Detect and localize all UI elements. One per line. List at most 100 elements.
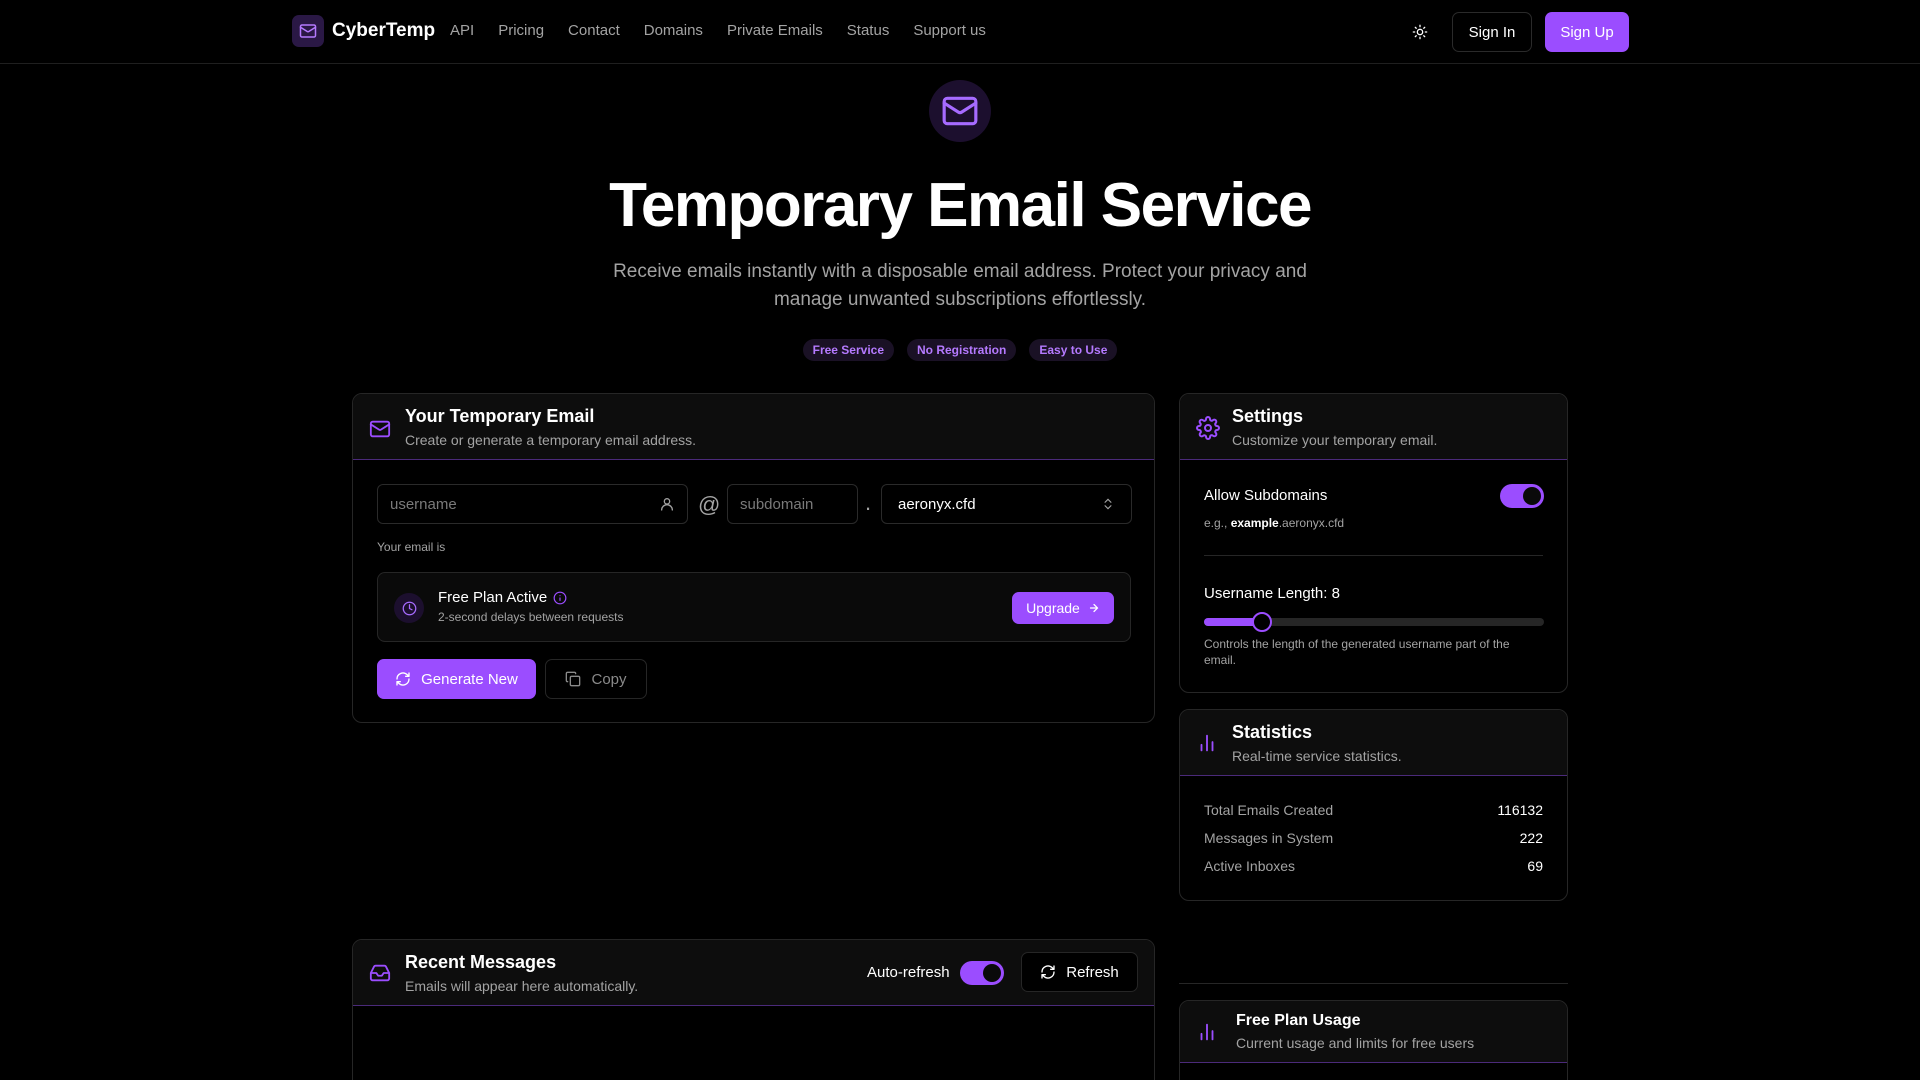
- stat-value: 222: [1519, 830, 1543, 846]
- hero-mail-icon: [929, 80, 991, 142]
- at-sign: @: [698, 492, 721, 517]
- divider: [1179, 983, 1568, 984]
- plan-title-row: Free Plan Active: [438, 589, 567, 606]
- card-header: Your Temporary Email Create or generate …: [353, 394, 1154, 460]
- badge-free-service: Free Service: [802, 339, 894, 361]
- card-title: Your Temporary Email: [405, 406, 595, 426]
- example-prefix: e.g.,: [1204, 516, 1231, 530]
- sign-in-button[interactable]: Sign In: [1452, 12, 1532, 52]
- generate-new-label: Generate New: [421, 670, 518, 688]
- card-title: Free Plan Usage: [1236, 1012, 1361, 1029]
- gear-icon: [1196, 416, 1220, 440]
- card-title: Settings: [1232, 406, 1304, 426]
- refresh-icon: [395, 671, 411, 687]
- example-suffix: .aeronyx.cfd: [1278, 516, 1345, 530]
- nav-link-private-emails[interactable]: Private Emails: [727, 22, 823, 39]
- card-header: Free Plan Usage Current usage and limits…: [1180, 1001, 1567, 1063]
- brand-name: CyberTemp: [332, 20, 436, 41]
- upgrade-label: Upgrade: [1026, 600, 1080, 616]
- card-header: Settings Customize your temporary email.: [1180, 394, 1567, 460]
- free-plan-banner: Free Plan Active 2-second delays between…: [377, 572, 1131, 642]
- hero-subtitle: Receive emails instantly with a disposab…: [613, 261, 1307, 310]
- stat-label: Messages in System: [1204, 830, 1334, 846]
- nav-link-status[interactable]: Status: [847, 22, 890, 39]
- auto-refresh-label: Auto-refresh: [867, 964, 950, 981]
- chevrons-up-down-icon: [1101, 497, 1115, 511]
- plan-title: Free Plan Active: [438, 589, 548, 606]
- recent-messages-card: Recent Messages Emails will appear here …: [352, 939, 1155, 1080]
- refresh-button[interactable]: Refresh: [1021, 952, 1138, 992]
- stat-label: Total Emails Created: [1204, 802, 1334, 818]
- badge-easy-to-use: Easy to Use: [1029, 339, 1118, 361]
- card-description: Create or generate a temporary email add…: [405, 432, 697, 448]
- card-header: Statistics Real-time service statistics.: [1180, 710, 1567, 776]
- example-bold: example: [1230, 516, 1279, 530]
- generate-new-button[interactable]: Generate New: [377, 659, 536, 699]
- your-email-label: Your email is: [377, 540, 446, 554]
- username-length-label: Username Length: 8: [1204, 585, 1340, 602]
- temporary-email-card: Your Temporary Email Create or generate …: [352, 393, 1155, 723]
- refresh-icon: [1040, 964, 1056, 980]
- free-plan-usage-card: Free Plan Usage Current usage and limits…: [1179, 1000, 1568, 1080]
- dot-separator: .: [865, 490, 872, 515]
- card-description: Customize your temporary email.: [1232, 432, 1438, 448]
- subdomain-input[interactable]: [740, 495, 845, 513]
- username-length-slider[interactable]: [1204, 612, 1544, 632]
- toggle-knob: [983, 964, 1001, 982]
- stat-value: 69: [1527, 858, 1543, 874]
- brand[interactable]: CyberTemp: [292, 15, 435, 47]
- bar-chart-icon: [1196, 732, 1218, 754]
- stat-value: 116132: [1497, 802, 1543, 818]
- stat-label: Active Inboxes: [1204, 858, 1296, 874]
- card-title: Recent Messages: [405, 952, 557, 972]
- auto-refresh-toggle[interactable]: [960, 961, 1004, 985]
- plan-description: 2-second delays between requests: [438, 610, 624, 624]
- copy-label: Copy: [591, 670, 627, 688]
- mail-icon: [292, 15, 324, 47]
- allow-subdomains-toggle[interactable]: [1500, 484, 1544, 508]
- sign-up-button[interactable]: Sign Up: [1545, 12, 1629, 52]
- info-icon[interactable]: [553, 591, 567, 605]
- subdomain-field[interactable]: [727, 484, 858, 524]
- card-title: Statistics: [1232, 722, 1313, 742]
- theme-toggle-button[interactable]: [1404, 16, 1436, 48]
- nav-link-pricing[interactable]: Pricing: [498, 22, 544, 39]
- badge-no-registration: No Registration: [907, 339, 1017, 361]
- upgrade-button[interactable]: Upgrade: [1012, 592, 1114, 624]
- domain-select[interactable]: aeronyx.cfd: [881, 484, 1132, 524]
- subdomain-example: e.g., example.aeronyx.cfd: [1204, 516, 1344, 530]
- username-field[interactable]: [377, 484, 688, 524]
- user-icon: [659, 496, 675, 512]
- clock-icon: [394, 593, 424, 623]
- mail-icon: [369, 418, 391, 440]
- top-nav: CyberTemp API Pricing Contact Domains Pr…: [0, 0, 1920, 64]
- username-length-help: Controls the length of the generated use…: [1204, 637, 1510, 667]
- nav-links: API Pricing Contact Domains Private Emai…: [450, 22, 986, 39]
- stat-row: Active Inboxes 69: [1204, 858, 1543, 874]
- slider-thumb[interactable]: [1251, 612, 1272, 632]
- statistics-card: Statistics Real-time service statistics.…: [1179, 709, 1568, 901]
- nav-link-contact[interactable]: Contact: [568, 22, 620, 39]
- card-description: Emails will appear here automatically.: [405, 978, 639, 994]
- card-description: Current usage and limits for free users: [1236, 1035, 1475, 1051]
- divider: [1204, 555, 1543, 556]
- nav-link-api[interactable]: API: [450, 22, 474, 39]
- refresh-label: Refresh: [1066, 963, 1119, 981]
- allow-subdomains-label: Allow Subdomains: [1204, 487, 1328, 504]
- bar-chart-icon: [1196, 1021, 1218, 1043]
- page-title: Temporary Email Service: [609, 171, 1312, 240]
- feature-badges: Free Service No Registration Easy to Use: [0, 339, 1920, 361]
- sun-icon: [1412, 24, 1428, 40]
- inbox-icon: [369, 962, 391, 984]
- nav-link-support[interactable]: Support us: [913, 22, 986, 39]
- nav-link-domains[interactable]: Domains: [644, 22, 703, 39]
- toggle-knob: [1523, 487, 1541, 505]
- copy-button[interactable]: Copy: [545, 659, 647, 699]
- settings-card: Settings Customize your temporary email.…: [1179, 393, 1568, 693]
- stat-row: Total Emails Created 116132: [1204, 802, 1543, 818]
- stat-row: Messages in System 222: [1204, 830, 1543, 846]
- card-description: Real-time service statistics.: [1232, 748, 1402, 764]
- domain-value: aeronyx.cfd: [898, 495, 976, 513]
- username-input[interactable]: [390, 495, 651, 513]
- card-header: Recent Messages Emails will appear here …: [353, 940, 1154, 1006]
